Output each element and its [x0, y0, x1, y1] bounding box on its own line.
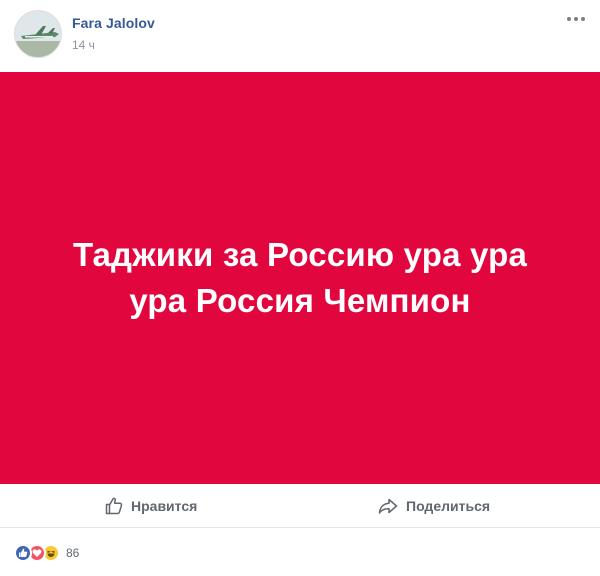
- avatar[interactable]: [14, 10, 62, 58]
- avatar-image: [15, 11, 61, 57]
- action-bar: Нравится Поделиться: [0, 484, 600, 528]
- post-timestamp[interactable]: 14 ч: [72, 38, 95, 52]
- like-label: Нравится: [131, 498, 198, 514]
- post-card: Fara Jalolov 14 ч Таджики за Россию ура …: [0, 0, 600, 576]
- post-banner[interactable]: Таджики за Россию ура ура ура Россия Чем…: [0, 72, 600, 484]
- like-button[interactable]: Нравится: [104, 484, 197, 528]
- like-reaction-icon: [14, 544, 32, 562]
- reaction-count: 86: [66, 546, 80, 560]
- author-name[interactable]: Fara Jalolov: [72, 15, 155, 31]
- more-dots-icon: [567, 17, 571, 21]
- share-label: Поделиться: [406, 498, 491, 514]
- post-banner-text: Таджики за Россию ура ура ура Россия Чем…: [72, 236, 528, 319]
- reactions-summary[interactable]: 86: [14, 541, 79, 565]
- share-button[interactable]: Поделиться: [377, 484, 490, 528]
- thumbs-up-icon: [105, 497, 123, 515]
- post-header: Fara Jalolov 14 ч: [0, 0, 600, 72]
- share-arrow-icon: [378, 498, 398, 514]
- more-options-button[interactable]: [564, 10, 588, 28]
